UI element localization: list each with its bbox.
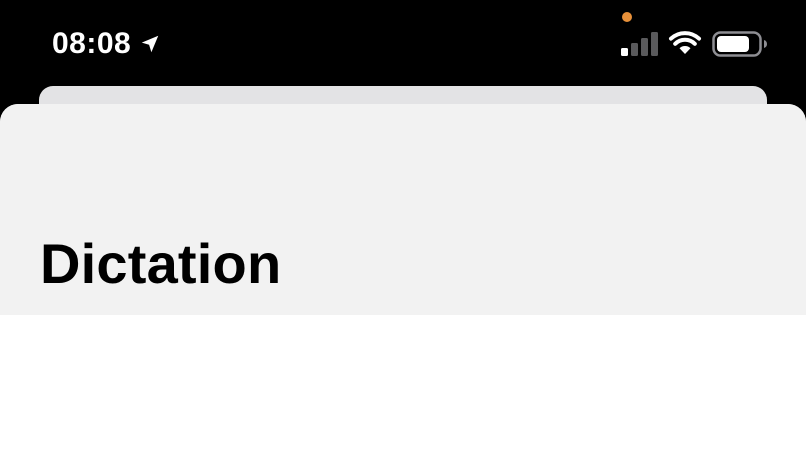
battery-level-fill [717,36,749,52]
privacy-indicator-dot [622,12,632,22]
location-arrow-icon [141,35,159,53]
navigation-header: Dictation [0,104,806,315]
signal-bar-3 [641,38,648,56]
battery-icon [712,31,767,57]
page-title: Dictation [40,232,282,295]
dictation-sheet: Dictation [0,104,806,453]
phone-screen: 08:08 Dictation [0,0,806,453]
status-bar: 08:08 [0,0,806,88]
wifi-icon [669,31,701,54]
status-time-group: 08:08 [52,24,161,64]
sheet-content [0,315,806,453]
signal-bar-2 [631,43,638,56]
status-clock: 08:08 [52,27,132,60]
cellular-signal-icon [621,32,658,56]
signal-bar-1 [621,48,628,56]
signal-bar-4 [651,32,658,56]
